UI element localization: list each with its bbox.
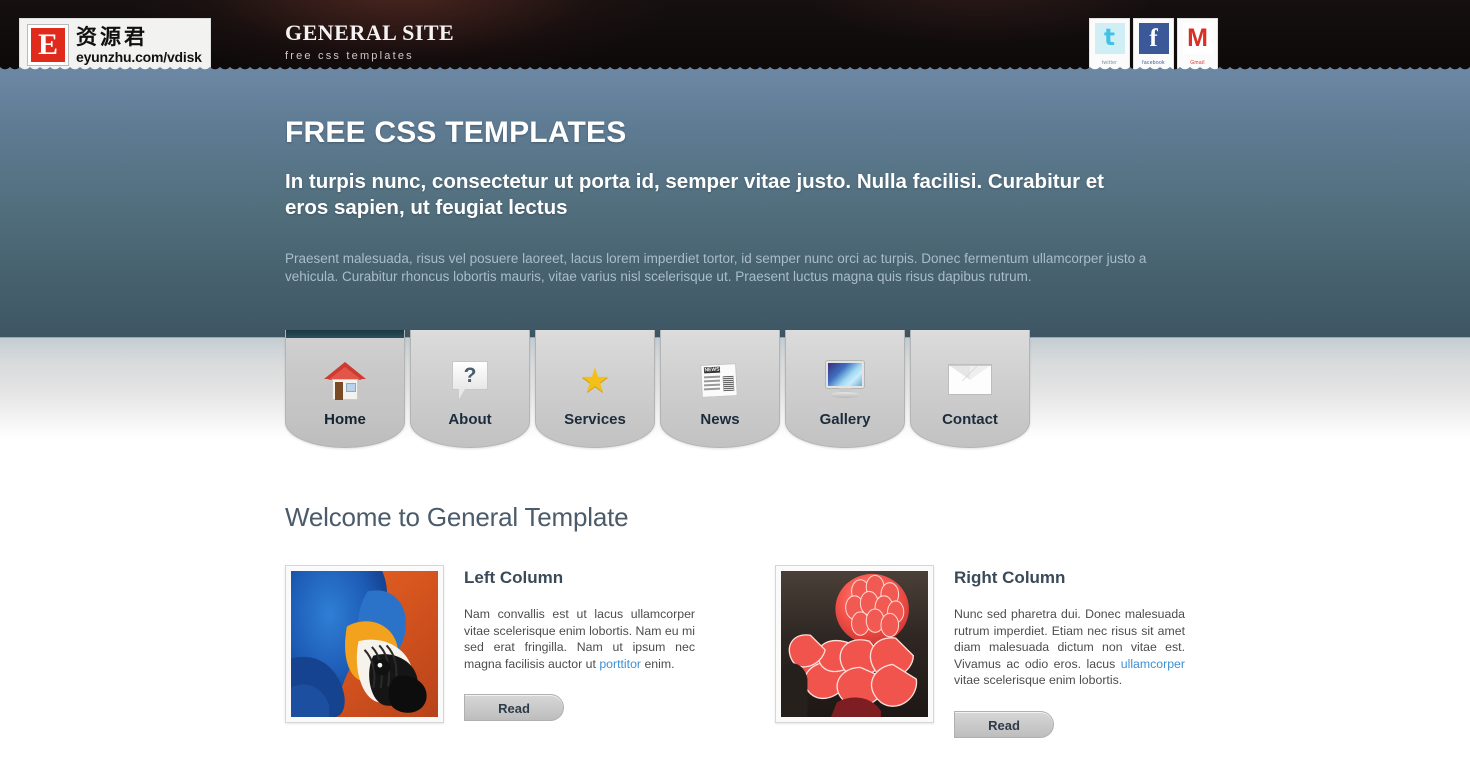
right-column-text: Nunc sed pharetra dui. Donec malesuada r… bbox=[954, 588, 1185, 689]
nav-item-contact[interactable]: Contact bbox=[910, 330, 1030, 448]
nav-item-home[interactable]: Home bbox=[285, 330, 405, 448]
left-column-read-button[interactable]: Read bbox=[464, 694, 564, 722]
logo-text: 资源君 eyunzhu.com/vdisk bbox=[76, 24, 202, 65]
left-column-thumbnail[interactable] bbox=[285, 565, 444, 723]
nav-item-gallery[interactable]: Gallery bbox=[785, 330, 905, 448]
hero-banner-content: FREE CSS TEMPLATES In turpis nunc, conse… bbox=[285, 75, 1185, 285]
right-column-read-button[interactable]: Read bbox=[954, 710, 1054, 738]
left-column-text: Nam convallis est ut lacus ullamcorper v… bbox=[464, 588, 695, 672]
left-text-after: enim. bbox=[641, 656, 675, 671]
house-icon bbox=[321, 360, 369, 402]
left-column-link[interactable]: porttitor bbox=[599, 657, 641, 671]
star-icon: ★ bbox=[579, 362, 611, 400]
envelope-icon bbox=[946, 360, 994, 402]
nav-label-services: Services bbox=[564, 411, 626, 428]
nav-item-services[interactable]: ★ Services bbox=[535, 330, 655, 448]
hero-banner: FREE CSS TEMPLATES In turpis nunc, conse… bbox=[0, 75, 1470, 337]
right-column: Right Column Nunc sed pharetra dui. Done… bbox=[775, 565, 1185, 738]
monitor-icon bbox=[821, 360, 869, 402]
gmail-icon: M bbox=[1182, 23, 1213, 54]
right-column-thumbnail[interactable] bbox=[775, 565, 934, 723]
right-column-body: Right Column Nunc sed pharetra dui. Done… bbox=[954, 565, 1185, 738]
zigzag-divider bbox=[0, 63, 1470, 75]
nav-item-news[interactable]: NEWS News bbox=[660, 330, 780, 448]
site-header: E 资源君 eyunzhu.com/vdisk GENERAL SITE fre… bbox=[0, 0, 1470, 75]
question-bubble-icon: ? bbox=[446, 360, 494, 402]
macaw-photo bbox=[291, 571, 438, 717]
site-title: GENERAL SITE bbox=[285, 20, 455, 45]
left-column-title: Left Column bbox=[464, 568, 564, 587]
right-column-link[interactable]: ullamcorper bbox=[1121, 657, 1185, 671]
newspaper-icon: NEWS bbox=[696, 360, 744, 402]
hero-heading: FREE CSS TEMPLATES bbox=[285, 116, 627, 149]
logo-url-text: eyunzhu.com/vdisk bbox=[76, 48, 202, 65]
facebook-icon: f bbox=[1138, 23, 1169, 54]
nav-label-contact: Contact bbox=[942, 411, 998, 428]
twitter-icon: t bbox=[1094, 23, 1125, 54]
hero-paragraph: Praesent malesuada, risus vel posuere la… bbox=[285, 251, 1147, 284]
nav-item-about[interactable]: ? About bbox=[410, 330, 530, 448]
page-title: Welcome to General Template bbox=[285, 502, 629, 532]
main-navigation-bar: Home ? About ★ Services NEWS News Galler… bbox=[0, 330, 1470, 448]
flower-photo bbox=[781, 571, 928, 717]
main-content-inner: Welcome to General Template Left Column … bbox=[285, 440, 1190, 738]
left-column: Left Column Nam convallis est ut lacus u… bbox=[285, 565, 695, 738]
right-text-after: vitae scelerisque enim lobortis. bbox=[954, 673, 1123, 688]
columns-wrapper: Left Column Nam convallis est ut lacus u… bbox=[285, 565, 1190, 738]
nav-label-about: About bbox=[448, 411, 492, 428]
hero-subheading: In turpis nunc, consectetur ut porta id,… bbox=[285, 170, 1105, 219]
nav-label-home: Home bbox=[324, 411, 366, 428]
nav-label-gallery: Gallery bbox=[819, 411, 871, 428]
logo-chinese-text: 资源君 bbox=[76, 24, 148, 49]
logo-mark-icon: E bbox=[28, 25, 68, 65]
left-column-body: Left Column Nam convallis est ut lacus u… bbox=[464, 565, 695, 738]
main-navigation: Home ? About ★ Services NEWS News Galler… bbox=[285, 330, 1030, 448]
right-column-title: Right Column bbox=[954, 568, 1066, 587]
site-tagline: free css templates bbox=[285, 50, 414, 62]
nav-label-news: News bbox=[700, 411, 740, 428]
